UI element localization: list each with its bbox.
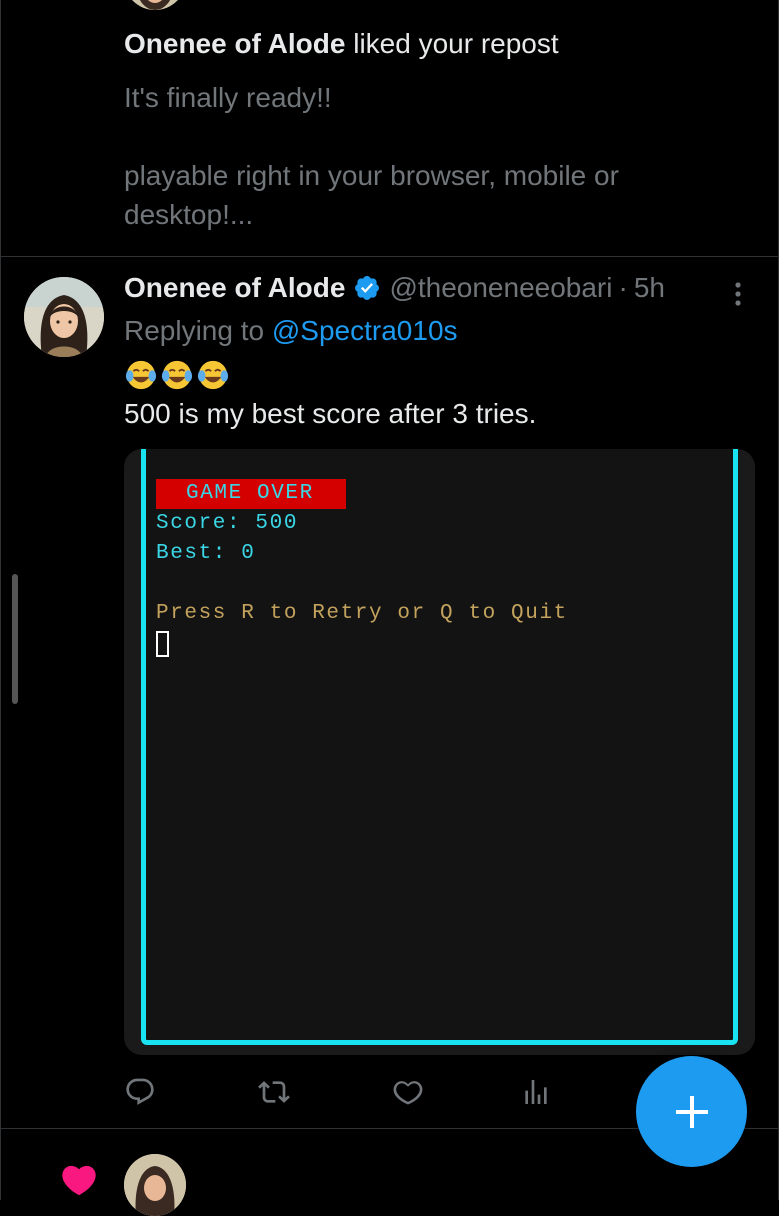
notification-title[interactable]: Onenee of Alode liked your repost xyxy=(124,28,559,60)
face-with-tears-of-joy-icon xyxy=(197,360,229,390)
scrollbar-thumb[interactable] xyxy=(12,574,18,704)
next-notification-avatar[interactable] xyxy=(124,1154,186,1216)
plus-icon xyxy=(675,1095,708,1128)
author-name[interactable]: Onenee of Alode xyxy=(124,272,345,304)
verified-badge-icon[interactable] xyxy=(353,274,381,302)
score-line: Score: 500 xyxy=(156,512,299,535)
emoji-row xyxy=(124,358,230,392)
notification-body-line2: playable right in your browser, mobile o… xyxy=(124,160,619,230)
tweet-timestamp[interactable]: 5h xyxy=(634,272,665,304)
best-line: Best: 0 xyxy=(156,542,256,565)
notification-action: liked your repost xyxy=(345,28,559,59)
reply-icon[interactable] xyxy=(124,1076,156,1108)
retry-prompt: Press R to Retry or Q to Quit xyxy=(156,602,568,625)
tweet-media[interactable]: GAME OVER Score: 500 Best: 0 Press R to … xyxy=(124,449,755,1055)
more-options-icon[interactable] xyxy=(728,280,748,308)
author-avatar[interactable] xyxy=(24,277,104,357)
game-over-banner: GAME OVER xyxy=(156,479,346,509)
face-with-tears-of-joy-icon xyxy=(161,360,193,390)
notification-body-line1: It's finally ready!! xyxy=(124,82,332,113)
divider xyxy=(0,256,779,257)
liked-heart-icon xyxy=(62,1165,96,1196)
author-handle[interactable]: @theoneneeobari xyxy=(389,272,612,304)
views-icon[interactable] xyxy=(520,1076,552,1108)
notification-avatar[interactable] xyxy=(124,0,186,10)
replying-to-link[interactable]: @Spectra010s xyxy=(272,315,458,346)
notification-body[interactable]: It's finally ready!! playable right in y… xyxy=(124,78,724,234)
terminal-text: GAME OVER Score: 500 Best: 0 Press R to … xyxy=(156,479,568,668)
face-with-tears-of-joy-icon xyxy=(125,360,157,390)
left-border xyxy=(0,0,1,1200)
replying-to-label: Replying to xyxy=(124,315,272,346)
terminal-cursor xyxy=(156,631,169,657)
separator-dot: · xyxy=(618,272,628,303)
replying-to-line: Replying to @Spectra010s xyxy=(124,315,458,347)
terminal-screen: GAME OVER Score: 500 Best: 0 Press R to … xyxy=(141,449,738,1045)
compose-button[interactable] xyxy=(636,1056,747,1167)
tweet-header: Onenee of Alode @theoneneeobari · 5h xyxy=(124,272,665,304)
retweet-icon[interactable] xyxy=(258,1076,290,1108)
notification-actor[interactable]: Onenee of Alode xyxy=(124,28,345,59)
like-icon[interactable] xyxy=(392,1076,424,1108)
tweet-text: 500 is my best score after 3 tries. xyxy=(124,398,537,429)
